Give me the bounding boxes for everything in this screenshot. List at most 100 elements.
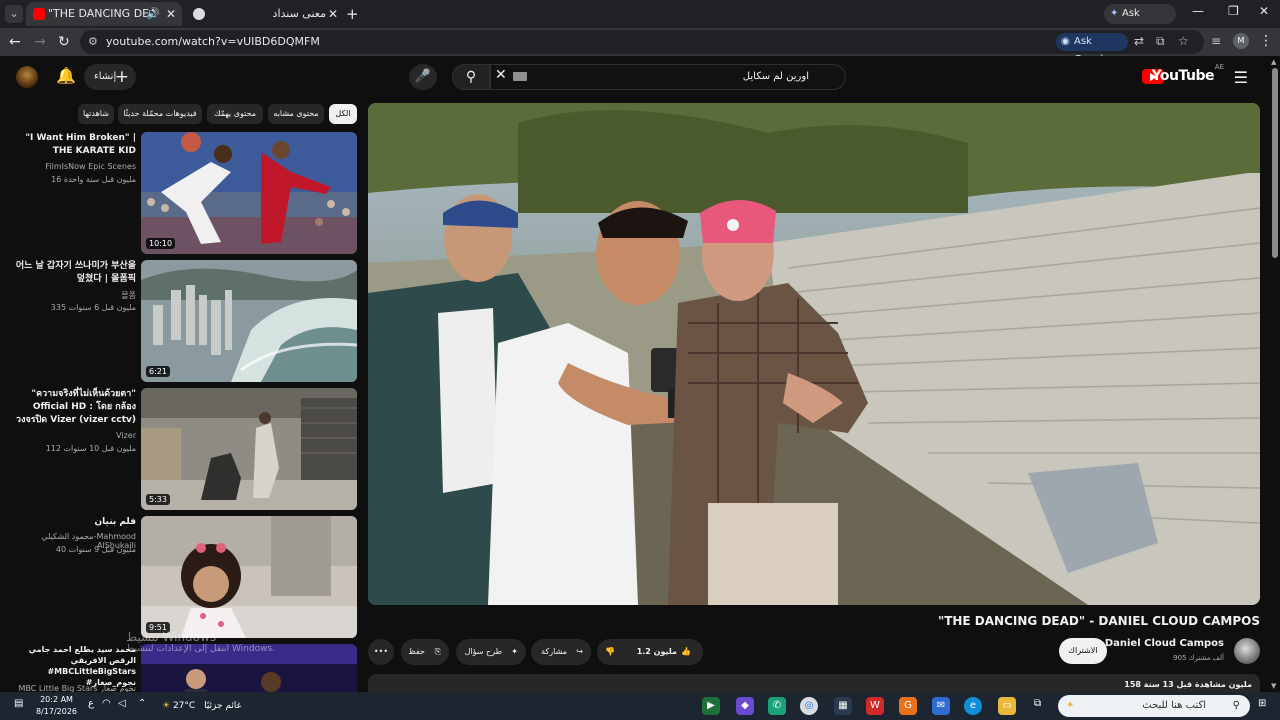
video-thumbnail[interactable]: 5:33 (141, 388, 357, 510)
scroll-down-icon[interactable]: ▼ (1271, 682, 1276, 690)
list-item[interactable]: 9:51 فلم بنيان محمود الشكيلي-Mahmood AlS… (0, 516, 360, 638)
clock[interactable]: 20:2 AM 8/17/2026 (36, 694, 77, 718)
video-thumbnail[interactable]: 9:51 (141, 516, 357, 638)
scroll-up-icon[interactable]: ▲ (1271, 58, 1276, 66)
wifi-icon[interactable]: ◠ (102, 698, 111, 709)
dislike-thumb-icon[interactable]: 👎 (605, 639, 615, 665)
tab-youtube[interactable]: "THE DANCING DEAD" - DA 🔊 ✕ (26, 2, 182, 26)
minimize-icon[interactable]: — (1192, 4, 1204, 18)
channel-avatar[interactable] (1234, 638, 1260, 664)
create-button[interactable]: إنشاء + (84, 64, 136, 90)
notification-center-icon[interactable]: ▤ (14, 698, 23, 709)
stremio-icon[interactable]: ◆ (736, 697, 754, 715)
volume-icon[interactable]: ◁ (118, 698, 126, 709)
channel-name[interactable]: 몰폼 (1, 290, 136, 301)
search-input[interactable]: اورين لم سكايل ✕ (490, 64, 846, 90)
url-text[interactable]: youtube.com/watch?v=vUIBD6DQMFM (106, 30, 320, 54)
close-window-icon[interactable]: ✕ (1259, 4, 1269, 18)
list-item[interactable]: 10:10 "I Want Him Broken" | THE KARATE K… (0, 132, 360, 254)
scrollbar-thumb[interactable] (1272, 68, 1278, 258)
activation-title: تنشيط Windows (126, 630, 217, 644)
address-bar[interactable]: ⚙ youtube.com/watch?v=vUIBD6DQMFM ◉ Ask … (80, 30, 1204, 65)
translate-icon[interactable]: ⇄ (1134, 34, 1144, 48)
page-scrollbar[interactable]: ▲ ▼ (1270, 56, 1280, 692)
chip-recently-uploaded[interactable]: فيديوهات محمّلة حديثًا (118, 104, 202, 124)
channel-name-heading[interactable]: Daniel Cloud Campos (1105, 638, 1224, 649)
grammarly-icon[interactable]: G (899, 697, 917, 715)
speaker-icon[interactable]: 🔊 (146, 2, 160, 26)
ask-google-button[interactable]: ◉ Ask Google (1056, 33, 1128, 65)
video-player[interactable] (368, 103, 1260, 605)
restore-icon[interactable]: ❐ (1228, 4, 1239, 18)
video-title[interactable]: "I Want Him Broken" | THE KARATE KID (6, 132, 136, 158)
mail-icon[interactable]: ✉ (932, 697, 950, 715)
region-code: AE (1214, 63, 1224, 71)
video-title[interactable]: محمد سيد يطلع احمد جامي الرقص الافريقي #… (6, 644, 136, 688)
like-count[interactable]: 1.2 مليون (637, 639, 677, 665)
like-dislike-group: 👍 1.2 مليون 👎 (597, 639, 703, 665)
install-app-icon[interactable]: ⧉ (1156, 34, 1165, 49)
video-meta: 16 مليون قبل سنة واحدة (51, 175, 136, 184)
save-button[interactable]: ⎘ حفظ (401, 639, 449, 665)
search-button[interactable]: ⚲ (452, 64, 490, 90)
windows-activation-watermark: تنشيط Windows انتقل إلى الإعدادات لتنشيط… (126, 630, 275, 654)
menu-kebab-icon[interactable]: ⋮ (1259, 33, 1273, 49)
tab-search[interactable]: معنى سنداد ✕ (186, 2, 344, 26)
forward-arrow-icon[interactable]: → (34, 34, 46, 50)
gemini-spark-icon: ✦ (1110, 8, 1119, 19)
task-view-icon[interactable]: ⧉ (1034, 698, 1041, 709)
video-title[interactable]: فلم بنيان (6, 516, 136, 529)
keyboard-icon[interactable] (513, 72, 527, 81)
site-info-icon[interactable]: ⚙ (88, 35, 98, 48)
close-tab-icon[interactable]: ✕ (328, 2, 338, 26)
account-avatar[interactable] (16, 66, 38, 88)
clear-search-icon[interactable]: ✕ (495, 67, 507, 83)
video-title[interactable]: "ความจริงที่ไม่เห็นด้วยตา" Official HD :… (6, 388, 136, 427)
voice-search-button[interactable]: 🎤 (409, 64, 437, 90)
ask-gemini-button[interactable]: ✦ Ask Gemini (1104, 4, 1176, 39)
duration-badge: 6:21 (146, 366, 170, 377)
tray-chevron-icon[interactable]: ⌃ (138, 698, 146, 709)
clock-time: 20:2 AM (40, 695, 73, 704)
video-thumbnail[interactable]: 10:10 (141, 132, 357, 254)
file-explorer-icon[interactable]: ▭ (998, 697, 1016, 715)
chrome-icon[interactable]: ◎ (800, 697, 818, 715)
language-indicator[interactable]: ع (88, 698, 94, 709)
chip-for-you[interactable]: محتوى يهمّك (207, 104, 263, 124)
media-player-icon[interactable]: ▶ (702, 697, 720, 715)
chip-all[interactable]: الكل (329, 104, 357, 124)
like-thumb-icon[interactable]: 👍 (681, 639, 691, 665)
whatsapp-icon[interactable]: ✆ (768, 697, 786, 715)
list-item[interactable]: 6:21 어느 날 갑자기 쓰나미가 부산을 덮쳤다 | 몰폼픽 몰폼 335 … (0, 260, 360, 382)
list-item[interactable]: 5:33 "ความจริงที่ไม่เห็นด้วยตา" Official… (0, 388, 360, 510)
search-query-text[interactable]: اورين لم سكايل (743, 65, 809, 89)
new-tab-button[interactable]: + (346, 5, 359, 23)
more-actions-icon[interactable]: ••• (368, 639, 394, 665)
ask-question-button[interactable]: ✦ طرح سؤال (456, 639, 526, 665)
duration-badge: 5:33 (146, 494, 170, 505)
hamburger-menu-icon[interactable]: ☰ (1234, 68, 1248, 87)
start-windows-icon[interactable]: ⊞ (1258, 698, 1266, 709)
notifications-bell-icon[interactable]: 🔔 (56, 66, 76, 85)
edge-icon[interactable]: e (964, 697, 982, 715)
channel-name[interactable]: Vizer (1, 431, 136, 440)
profile-avatar[interactable]: M (1233, 33, 1249, 49)
weather-widget[interactable]: ☀ 27°C غائم جزئيًا (162, 692, 241, 720)
taskbar-search-input[interactable]: ✦ اكتب هنا للبحث ⚲ (1058, 695, 1250, 717)
girl-thumbnail-image (141, 516, 357, 638)
share-button[interactable]: ↪ مشاركة (531, 639, 591, 665)
tab-list-icon[interactable]: ≡ (1211, 34, 1221, 48)
close-tab-icon[interactable]: ✕ (166, 2, 176, 26)
back-arrow-icon[interactable]: ← (9, 34, 21, 50)
wps-office-icon[interactable]: W (866, 697, 884, 715)
chip-related[interactable]: محتوى مشابه (268, 104, 324, 124)
video-title[interactable]: 어느 날 갑자기 쓰나미가 부산을 덮쳤다 | 몰폼픽 (6, 260, 136, 286)
store-icon[interactable]: ▦ (834, 697, 852, 715)
chip-watched[interactable]: شاهدتها (78, 104, 114, 124)
reload-icon[interactable]: ↻ (58, 34, 70, 50)
channel-name[interactable]: FilmIsNow Epic Scenes (1, 162, 136, 171)
subscribe-button[interactable]: الاشتراك (1059, 638, 1107, 664)
bookmark-star-icon[interactable]: ☆ (1178, 34, 1189, 48)
video-thumbnail[interactable]: 6:21 (141, 260, 357, 382)
tab-search-button[interactable]: ⌄ (5, 5, 23, 23)
